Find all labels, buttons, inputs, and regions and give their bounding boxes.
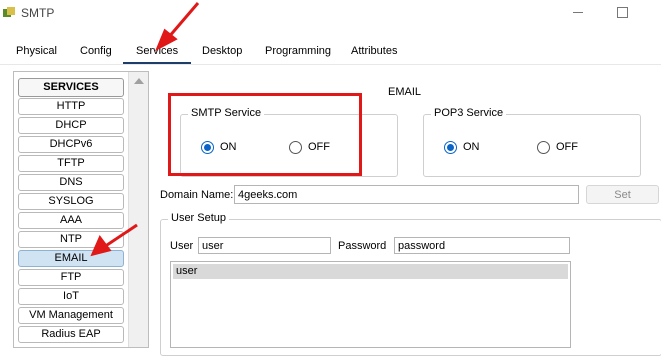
sidebar-item-email[interactable]: EMAIL: [18, 250, 124, 267]
user-setup-label: User Setup: [168, 212, 230, 224]
sidebar-item-radius-eap[interactable]: Radius EAP: [18, 326, 124, 343]
pop3-off-label: OFF: [556, 141, 578, 153]
sidebar-item-dns[interactable]: DNS: [18, 174, 124, 191]
sidebar-scrollbar[interactable]: [128, 72, 148, 347]
sidebar-item-syslog[interactable]: SYSLOG: [18, 193, 124, 210]
tab-divider: [0, 64, 661, 65]
tab-desktop[interactable]: Desktop: [202, 45, 242, 57]
sidebar-item-http[interactable]: HTTP: [18, 98, 124, 115]
annotation-highlight-box: [168, 93, 362, 176]
password-field[interactable]: password: [394, 237, 570, 254]
sidebar-item-tftp[interactable]: TFTP: [18, 155, 124, 172]
pop3-off-radio[interactable]: [537, 141, 550, 154]
tab-services[interactable]: Services: [123, 45, 192, 65]
sidebar-item-aaa[interactable]: AAA: [18, 212, 124, 229]
minimize-icon[interactable]: [573, 12, 583, 13]
pop3-on-radio[interactable]: [444, 141, 457, 154]
window-title: SMTP: [21, 6, 55, 20]
sidebar-item-ntp[interactable]: NTP: [18, 231, 124, 248]
set-button[interactable]: Set: [586, 185, 659, 204]
maximize-icon[interactable]: [617, 7, 628, 18]
tab-physical[interactable]: Physical: [16, 45, 57, 57]
user-list[interactable]: user: [170, 261, 571, 348]
user-label: User: [170, 240, 194, 252]
sidebar-item-ftp[interactable]: FTP: [18, 269, 124, 286]
sidebar-item-vm-management[interactable]: VM Management: [18, 307, 124, 324]
tab-programming[interactable]: Programming: [265, 45, 331, 57]
services-sidebar: SERVICES HTTP DHCP DHCPv6 TFTP DNS SYSLO…: [13, 71, 149, 348]
pop3-service-label: POP3 Service: [431, 107, 507, 119]
password-label: Password: [338, 240, 387, 252]
sidebar-header: SERVICES: [18, 78, 124, 97]
pop3-service-group: POP3 Service ON OFF: [423, 107, 641, 177]
scroll-up-icon[interactable]: [134, 78, 144, 84]
user-field[interactable]: user: [198, 237, 331, 254]
sidebar-item-iot[interactable]: IoT: [18, 288, 124, 305]
sidebar-item-dhcpv6[interactable]: DHCPv6: [18, 136, 124, 153]
list-item[interactable]: user: [173, 264, 568, 279]
title-bar: SMTP: [0, 0, 661, 28]
app-icon: [3, 7, 15, 17]
domain-name-field[interactable]: 4geeks.com: [234, 185, 579, 204]
domain-name-label: Domain Name:: [160, 189, 234, 201]
tab-bar: Physical Config Services Desktop Program…: [0, 38, 661, 65]
service-title: EMAIL: [388, 86, 422, 98]
pop3-on-label: ON: [463, 141, 480, 153]
tab-attributes[interactable]: Attributes: [351, 45, 397, 57]
sidebar-item-dhcp[interactable]: DHCP: [18, 117, 124, 134]
tab-config[interactable]: Config: [80, 45, 112, 57]
